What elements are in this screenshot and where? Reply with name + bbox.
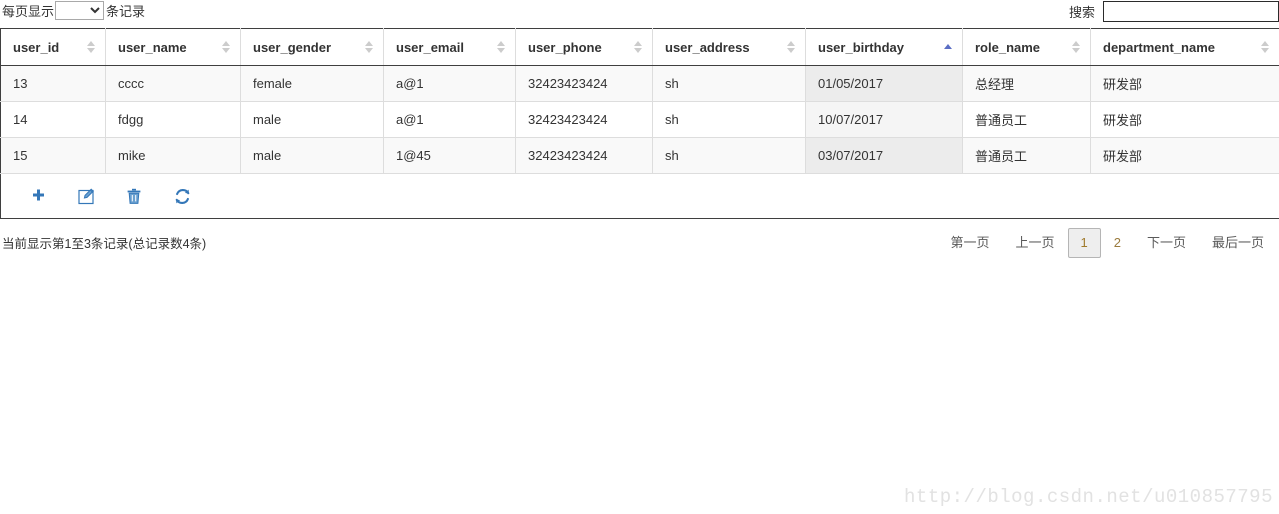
table-header: user_id user_name user_gender user_email… <box>0 28 1279 66</box>
column-header-user_phone[interactable]: user_phone <box>515 28 653 66</box>
sort-arrows-icon <box>787 41 795 53</box>
sort-arrows-icon <box>222 41 230 53</box>
sort-ascending-icon <box>944 43 952 51</box>
cell-user_name: mike <box>105 137 241 174</box>
pagination-page-1[interactable]: 1 <box>1067 228 1101 258</box>
column-header-user_gender[interactable]: user_gender <box>240 28 384 66</box>
table-row[interactable]: 13 cccc female a@1 32423423424 sh 01/05/… <box>0 65 1279 102</box>
table-row[interactable]: 15 mike male 1@45 32423423424 sh 03/07/2… <box>0 137 1279 174</box>
cell-user_address: sh <box>652 101 806 138</box>
cell-user_phone: 32423423424 <box>515 101 653 138</box>
page-length-label-suffix: 条记录 <box>106 4 146 19</box>
pagination: 第一页 上一页 1 2 下一页 最后一页 <box>937 228 1277 258</box>
cell-user_phone: 32423423424 <box>515 137 653 174</box>
cell-user_birthday: 01/05/2017 <box>805 65 963 102</box>
column-header-label: user_id <box>13 39 60 55</box>
cell-user_id: 15 <box>0 137 106 174</box>
user-data-table: user_id user_name user_gender user_email… <box>0 28 1279 219</box>
watermark-text: http://blog.csdn.net/u010857795 <box>904 486 1273 508</box>
cell-user_birthday: 10/07/2017 <box>805 101 963 138</box>
pagination-last-button[interactable]: 最后一页 <box>1199 228 1277 258</box>
column-header-label: user_gender <box>253 39 332 55</box>
sort-arrows-icon <box>1072 41 1080 53</box>
page-length-select[interactable] <box>55 1 105 20</box>
cell-user_id: 14 <box>0 101 106 138</box>
column-header-label: user_email <box>396 39 464 55</box>
cell-user_name: fdgg <box>105 101 241 138</box>
data-table-container: user_id user_name user_gender user_email… <box>0 28 1279 219</box>
cell-user_birthday: 03/07/2017 <box>805 137 963 174</box>
cell-role_name: 总经理 <box>962 65 1091 102</box>
table-toolbar-cell <box>0 173 1279 219</box>
table-toolbar-row <box>0 173 1279 219</box>
refresh-icon[interactable] <box>171 185 193 207</box>
column-header-label: user_phone <box>528 39 602 55</box>
pagination-next-button[interactable]: 下一页 <box>1134 228 1199 258</box>
column-header-label: user_name <box>118 39 187 55</box>
search-input[interactable] <box>1103 1 1279 22</box>
table-header-row: user_id user_name user_gender user_email… <box>0 28 1279 66</box>
column-header-department_name[interactable]: department_name <box>1090 28 1279 66</box>
cell-department_name: 研发部 <box>1090 65 1279 102</box>
cell-department_name: 研发部 <box>1090 101 1279 138</box>
cell-role_name: 普通员工 <box>962 137 1091 174</box>
column-header-user_address[interactable]: user_address <box>652 28 806 66</box>
page-length-control: 每页显示 条记录 <box>2 1 145 20</box>
column-header-label: user_birthday <box>818 39 904 55</box>
cell-user_name: cccc <box>105 65 241 102</box>
cell-user_email: a@1 <box>383 65 516 102</box>
cell-role_name: 普通员工 <box>962 101 1091 138</box>
pagination-prev-button[interactable]: 上一页 <box>1002 228 1067 258</box>
page-root: 每页显示 条记录 搜索 user_id user_name user_gende… <box>0 0 1279 514</box>
sort-arrows-icon <box>497 41 505 53</box>
delete-icon[interactable] <box>123 185 145 207</box>
cell-user_email: 1@45 <box>383 137 516 174</box>
table-footer <box>0 173 1279 219</box>
search-label: 搜索 <box>1068 5 1095 20</box>
table-body: 13 cccc female a@1 32423423424 sh 01/05/… <box>0 65 1279 174</box>
table-controls-bar: 每页显示 条记录 搜索 <box>0 0 1279 26</box>
record-info-text: 当前显示第1至3条记录(总记录数4条) <box>2 237 207 251</box>
pagination-first-button[interactable]: 第一页 <box>937 228 1002 258</box>
table-action-toolbar <box>27 185 1279 207</box>
cell-department_name: 研发部 <box>1090 137 1279 174</box>
column-header-label: user_address <box>665 39 750 55</box>
column-header-user_name[interactable]: user_name <box>105 28 241 66</box>
pagination-page-2[interactable]: 2 <box>1101 228 1134 258</box>
sort-arrows-icon <box>365 41 373 53</box>
sort-arrows-icon <box>1261 41 1269 53</box>
table-row[interactable]: 14 fdgg male a@1 32423423424 sh 10/07/20… <box>0 101 1279 138</box>
column-header-role_name[interactable]: role_name <box>962 28 1091 66</box>
table-footer-bar: 当前显示第1至3条记录(总记录数4条) 第一页 上一页 1 2 下一页 最后一页 <box>0 228 1279 262</box>
cell-user_gender: male <box>240 101 384 138</box>
cell-user_gender: male <box>240 137 384 174</box>
add-icon[interactable] <box>27 185 49 207</box>
column-header-label: role_name <box>975 39 1041 55</box>
column-header-user_id[interactable]: user_id <box>0 28 106 66</box>
cell-user_gender: female <box>240 65 384 102</box>
cell-user_address: sh <box>652 65 806 102</box>
cell-user_phone: 32423423424 <box>515 65 653 102</box>
sort-arrows-icon <box>87 41 95 53</box>
page-length-label-prefix: 每页显示 <box>2 4 55 19</box>
edit-icon[interactable] <box>75 185 97 207</box>
cell-user_id: 13 <box>0 65 106 102</box>
cell-user_email: a@1 <box>383 101 516 138</box>
column-header-user_email[interactable]: user_email <box>383 28 516 66</box>
search-control: 搜索 <box>1069 1 1279 22</box>
cell-user_address: sh <box>652 137 806 174</box>
sort-arrows-icon <box>634 41 642 53</box>
column-header-label: department_name <box>1103 39 1215 55</box>
column-header-user_birthday[interactable]: user_birthday <box>805 28 963 66</box>
